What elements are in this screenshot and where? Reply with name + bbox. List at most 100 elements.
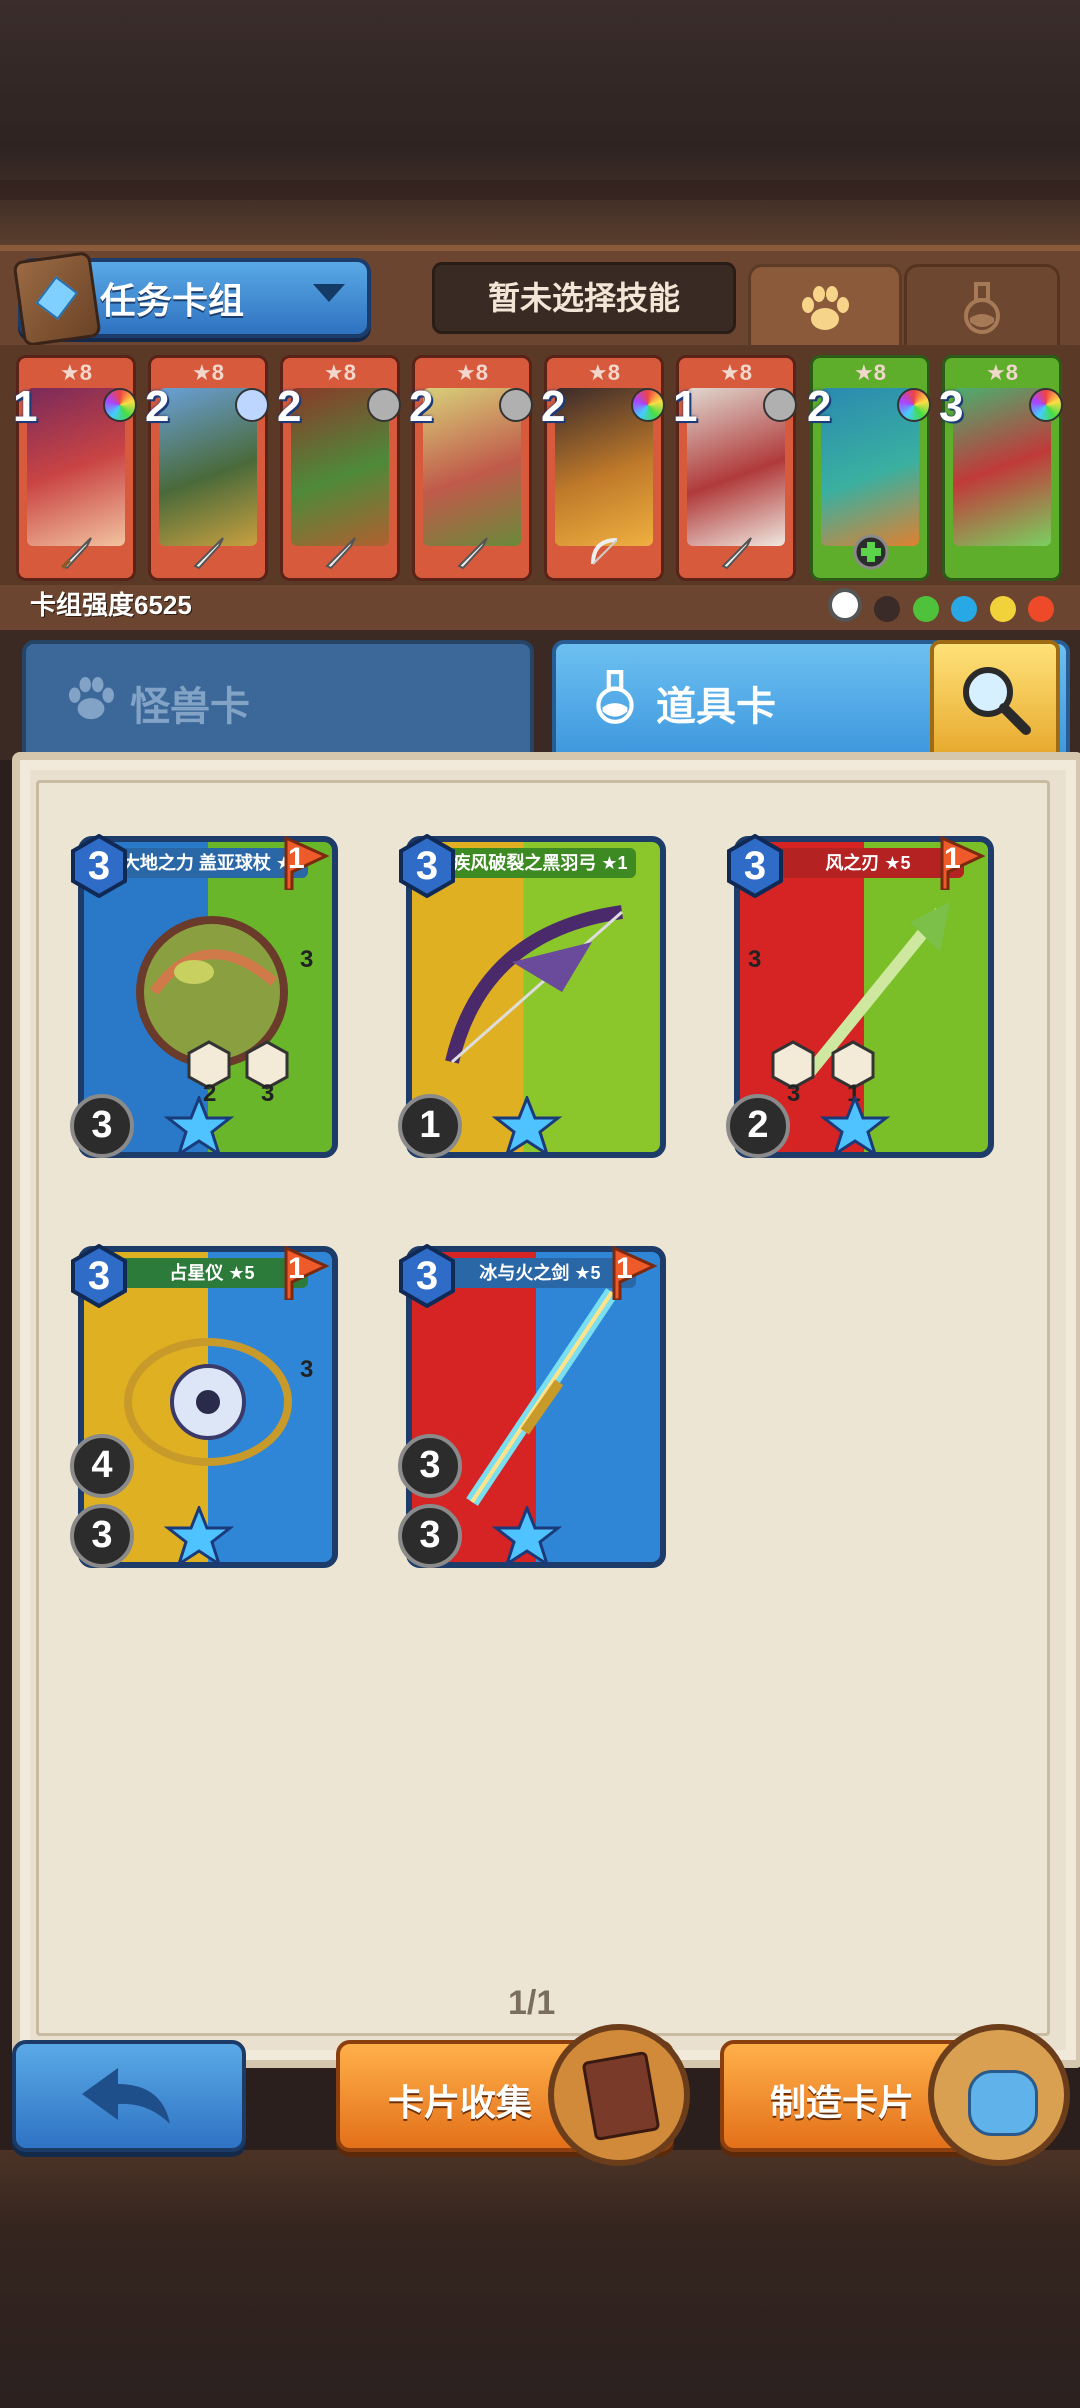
star-badge-icon [492,1096,562,1156]
item-card[interactable]: 占星仪 ★5 3 1 4 3 3 [70,1236,338,1568]
item-card[interactable]: 风之刃 ★5 3 1 2 3 1 3 [726,826,994,1158]
deck-label: 任务卡组 [100,280,245,321]
card-cost: 2 [541,382,566,431]
skill-label: 暂未选择技能 [487,280,680,316]
bottom-wood-frame [0,2150,1080,2408]
rarity-gem-icon [235,388,269,422]
card-title: 风之刃 ★5 [772,848,964,878]
rarity-gem-icon [103,388,137,422]
card-stat: 3 [70,1504,134,1568]
card-cost: 2 [409,382,434,431]
card-cost: 3 [939,382,964,431]
card-cost: 1 [13,382,38,431]
deck-book-icon [12,250,102,348]
sword-icon [193,537,224,570]
card-collection-button[interactable]: 卡片收集 [336,2024,690,2166]
bow-icon [591,538,618,565]
cost-hex-icon [71,834,127,898]
item-card[interactable]: 疾风破裂之黑羽弓 ★1 3 1 [398,826,666,1158]
deck-card[interactable]: ★8 1 [13,355,137,581]
search-icon [963,667,1031,735]
ability-value: 3 [261,1080,275,1107]
potion-icon [964,282,1000,334]
craft-label: 制造卡片 [770,2082,915,2123]
earth-element-icon [912,596,939,622]
flag-icon [284,1246,330,1300]
deck-card[interactable]: ★8 2 [807,355,931,581]
chevron-down-icon [313,284,345,302]
search-button[interactable] [930,640,1060,763]
card-stat: 1 [398,1094,462,1158]
item-card[interactable]: 冰与火之剑 ★5 3 1 3 3 [398,1236,666,1568]
card-cost: 2 [277,382,302,431]
cost-hex-icon [727,834,783,898]
side-value: 3 [748,946,762,973]
tab-item-deck[interactable] [904,264,1060,354]
deck-power-label: 卡组强度6525 [30,590,192,620]
craft-jar-icon [928,2024,1070,2166]
heal-cross-icon [853,534,889,570]
sword-icon [721,537,752,570]
side-value: 3 [300,946,314,973]
deck-card[interactable]: ★8 2 [541,355,665,581]
dark-element-icon [874,596,901,622]
tab-item-label: 道具卡 [656,685,776,729]
rarity-gem-icon [1029,388,1063,422]
rarity-gem-icon [499,388,533,422]
page-indicator: 1/1 [508,1984,556,2022]
craft-card-button[interactable]: 制造卡片 [720,2024,1070,2166]
deck-card[interactable]: ★8 2 [277,355,401,581]
card-stat: 3 [398,1504,462,1568]
flag-icon [284,836,330,890]
item-card[interactable]: 大地之力 盖亚球杖 ★5 3 1 3 2 3 3 [70,826,338,1158]
neutral-element-icon [828,588,862,622]
water-element-icon [951,596,978,622]
star-badge-icon [492,1506,562,1566]
sword-icon [61,537,92,570]
ability-value: 3 [787,1080,801,1107]
card-cost: 2 [145,382,170,431]
card-title: 占星仪 ★5 [116,1258,308,1288]
star-badge-icon [164,1506,234,1566]
fire-element-icon [1028,596,1055,622]
tab-monster-cards[interactable]: 怪兽卡 [22,640,534,763]
wind-element-icon [989,596,1016,622]
deck-card[interactable]: ★8 2 [145,355,269,581]
collect-label: 卡片收集 [388,2082,533,2123]
card-title: 冰与火之剑 ★5 [444,1258,636,1288]
deck-selector-button[interactable]: 任务卡组 [12,250,371,348]
sword-icon [457,537,488,570]
rarity-gem-icon [897,388,931,422]
card-stat: 2 [726,1094,790,1158]
star-badge-icon [820,1096,890,1156]
flag-icon [612,1246,658,1300]
paw-icon [68,676,114,720]
cost-hex-icon [71,1244,127,1308]
card-title: 疾风破裂之黑羽弓 ★1 [444,848,636,878]
star-badge-icon [164,1096,234,1156]
paw-icon [802,286,849,330]
side-value: 3 [300,1356,314,1383]
deck-card[interactable]: ★8 1 [673,355,797,581]
back-button[interactable] [12,2040,246,2152]
back-arrow-icon [82,2068,170,2124]
card-cost: 1 [673,382,698,431]
element-filter-icons [828,588,1062,624]
cost-hex-icon [399,1244,455,1308]
card-stat: 3 [398,1434,462,1498]
rarity-gem-icon [763,388,797,422]
card-stat: 4 [70,1434,134,1498]
top-wood-frame [0,0,1080,245]
flag-icon [940,836,986,890]
deck-card[interactable]: ★8 2 [409,355,533,581]
deck-card[interactable]: ★8 3 [939,355,1063,581]
card-collection-icon [548,2024,690,2166]
tab-monster-label: 怪兽卡 [130,685,250,729]
card-title: 大地之力 盖亚球杖 ★5 [116,848,308,878]
card-cost: 2 [807,382,832,431]
rarity-gem-icon [631,388,665,422]
card-stat: 3 [70,1094,134,1158]
tab-monster-deck[interactable] [748,264,902,354]
rarity-gem-icon [367,388,401,422]
skill-selector[interactable]: 暂未选择技能 [432,262,736,334]
